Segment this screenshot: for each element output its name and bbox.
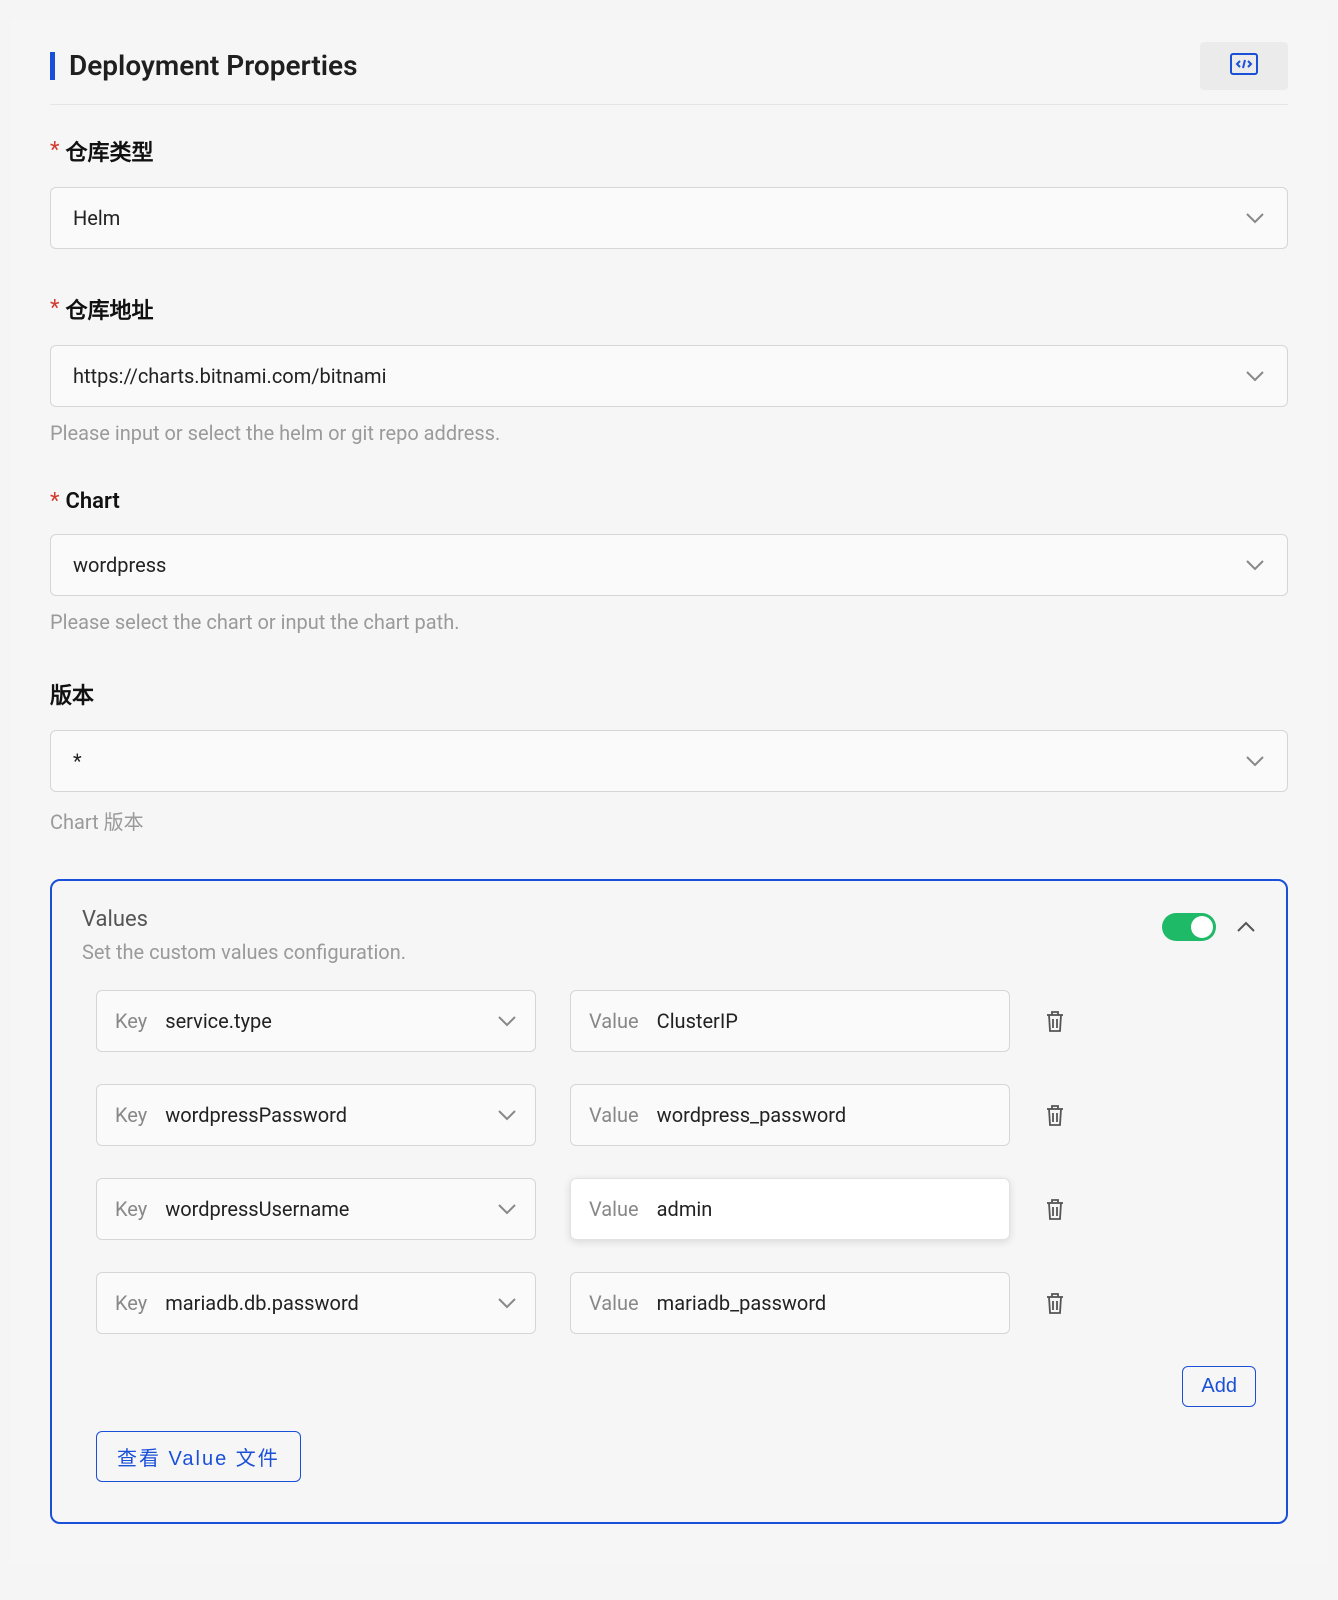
- form: * 仓库类型 Helm * 仓库地址 https://charts.bitnam…: [50, 105, 1288, 1524]
- field-version: 版本 * Chart 版本: [50, 678, 1288, 835]
- values-section: Values Set the custom values configurati…: [50, 879, 1288, 1524]
- kv-row: Key service.type Value ClusterIP: [96, 990, 1256, 1052]
- values-description: Set the custom values configuration.: [82, 940, 406, 964]
- chevron-down-icon: [497, 1296, 517, 1310]
- chart-hint: Please select the chart or input the cha…: [50, 610, 1288, 634]
- panel-header: Deployment Properties: [50, 18, 1288, 105]
- chevron-down-icon: [1245, 369, 1265, 383]
- kv-row: Key wordpressPassword Value wordpress_pa…: [96, 1084, 1256, 1146]
- value-prefix: Value: [589, 1291, 639, 1315]
- value-prefix: Value: [589, 1009, 639, 1033]
- chart-select[interactable]: wordpress: [50, 534, 1288, 596]
- chevron-down-icon: [497, 1202, 517, 1216]
- deployment-properties-panel: Deployment Properties * 仓库类型 Helm: [10, 18, 1328, 1564]
- kv-key-value: service.type: [165, 1009, 479, 1033]
- repo-url-value: https://charts.bitnami.com/bitnami: [73, 364, 386, 388]
- delete-row-button[interactable]: [1044, 1291, 1066, 1315]
- code-icon: [1230, 53, 1258, 79]
- field-label: 版本: [50, 678, 94, 710]
- required-marker: *: [50, 298, 59, 320]
- kv-row: Key mariadb.db.password Value mariadb_pa…: [96, 1272, 1256, 1334]
- kv-key-value: wordpressPassword: [165, 1103, 479, 1127]
- version-hint: Chart 版本: [50, 806, 1288, 835]
- version-select[interactable]: *: [50, 730, 1288, 792]
- kv-key-select[interactable]: Key wordpressPassword: [96, 1084, 536, 1146]
- kv-row: Key wordpressUsername Value admin: [96, 1178, 1256, 1240]
- field-label: Chart: [65, 489, 119, 514]
- kv-key-value: wordpressUsername: [165, 1197, 479, 1221]
- delete-row-button[interactable]: [1044, 1009, 1066, 1033]
- kv-value-value: admin: [657, 1197, 991, 1221]
- kv-key-value: mariadb.db.password: [165, 1291, 479, 1315]
- view-value-file-button[interactable]: 查看 Value 文件: [96, 1431, 301, 1482]
- chevron-down-icon: [497, 1014, 517, 1028]
- value-prefix: Value: [589, 1103, 639, 1127]
- repo-type-value: Helm: [73, 206, 120, 230]
- field-repo-url: * 仓库地址 https://charts.bitnami.com/bitnam…: [50, 293, 1288, 445]
- kv-value-value: ClusterIP: [657, 1009, 991, 1033]
- kv-value-value: wordpress_password: [657, 1103, 991, 1127]
- required-marker: *: [50, 140, 59, 162]
- code-view-toggle-button[interactable]: [1200, 42, 1288, 90]
- version-value: *: [73, 749, 82, 773]
- chevron-down-icon: [1245, 558, 1265, 572]
- key-prefix: Key: [115, 1197, 147, 1221]
- kv-key-select[interactable]: Key wordpressUsername: [96, 1178, 536, 1240]
- required-marker: *: [50, 491, 59, 513]
- key-prefix: Key: [115, 1103, 147, 1127]
- kv-value-value: mariadb_password: [657, 1291, 991, 1315]
- values-list: Key service.type Value ClusterIP Key wor…: [82, 990, 1256, 1334]
- repo-url-hint: Please input or select the helm or git r…: [50, 421, 1288, 445]
- chevron-down-icon: [1245, 211, 1265, 225]
- value-prefix: Value: [589, 1197, 639, 1221]
- chevron-down-icon: [497, 1108, 517, 1122]
- repo-type-select[interactable]: Helm: [50, 187, 1288, 249]
- values-header: Values Set the custom values configurati…: [82, 907, 1256, 964]
- values-title: Values: [82, 907, 406, 932]
- key-prefix: Key: [115, 1009, 147, 1033]
- key-prefix: Key: [115, 1291, 147, 1315]
- field-repo-type: * 仓库类型 Helm: [50, 135, 1288, 249]
- field-chart: * Chart wordpress Please select the char…: [50, 489, 1288, 634]
- kv-value-input[interactable]: Value wordpress_password: [570, 1084, 1010, 1146]
- add-value-button[interactable]: Add: [1182, 1366, 1256, 1407]
- field-label: 仓库类型: [65, 135, 153, 167]
- panel-title: Deployment Properties: [50, 52, 358, 80]
- delete-row-button[interactable]: [1044, 1197, 1066, 1221]
- chart-value: wordpress: [73, 553, 166, 577]
- kv-value-input[interactable]: Value admin: [570, 1178, 1010, 1240]
- chevron-down-icon: [1245, 754, 1265, 768]
- kv-value-input[interactable]: Value mariadb_password: [570, 1272, 1010, 1334]
- values-toggle[interactable]: [1162, 913, 1216, 941]
- chevron-up-icon[interactable]: [1236, 920, 1256, 934]
- kv-key-select[interactable]: Key service.type: [96, 990, 536, 1052]
- kv-value-input[interactable]: Value ClusterIP: [570, 990, 1010, 1052]
- delete-row-button[interactable]: [1044, 1103, 1066, 1127]
- kv-key-select[interactable]: Key mariadb.db.password: [96, 1272, 536, 1334]
- field-label: 仓库地址: [65, 293, 153, 325]
- repo-url-select[interactable]: https://charts.bitnami.com/bitnami: [50, 345, 1288, 407]
